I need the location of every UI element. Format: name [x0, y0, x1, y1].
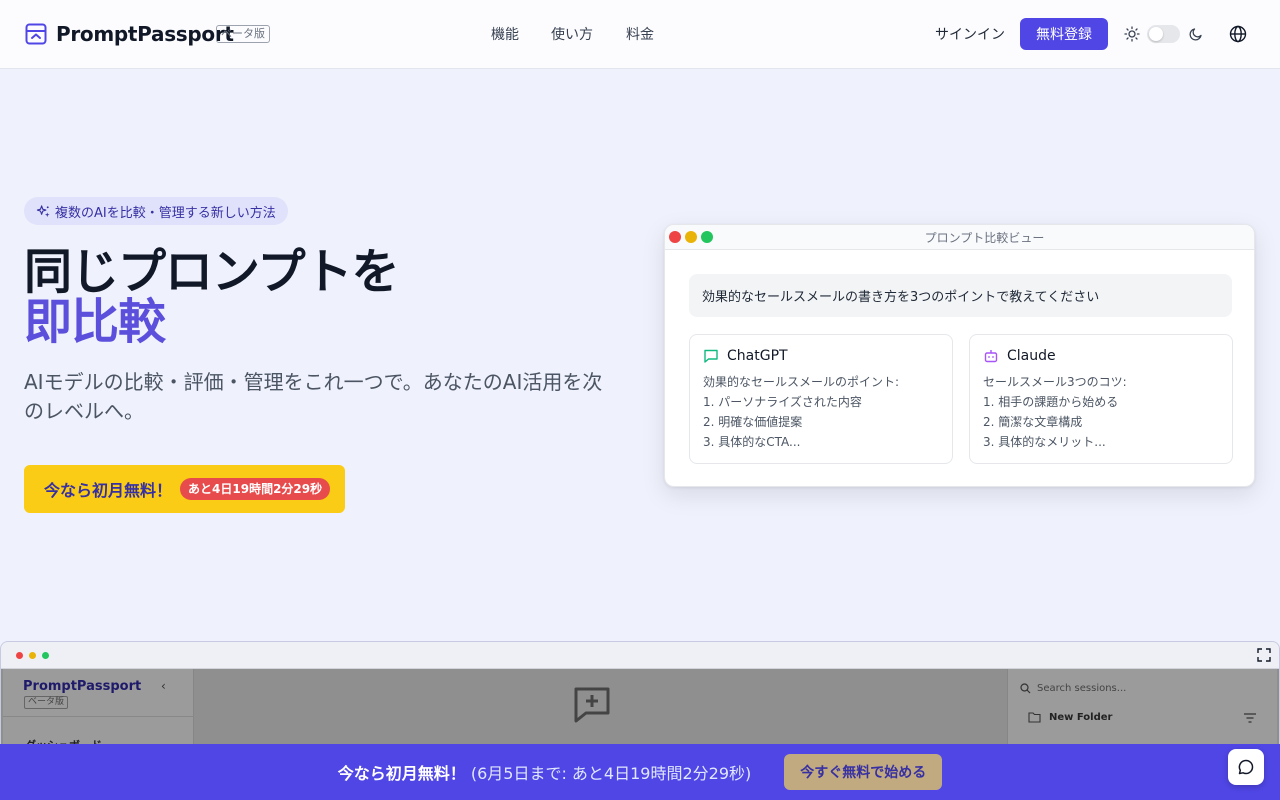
site-header: PromptPassport ベータ版 機能 使い方 料金 サインイン 無料登録 — [0, 0, 1280, 69]
promo-bar: 今なら初月無料！ (6月5日まで: あと4日19時間2分29秒) 今すぐ無料で始… — [0, 744, 1280, 800]
sparkles-icon — [36, 204, 50, 217]
hero-title-line1: 同じプロンプトを — [24, 244, 400, 300]
hero-title-line2: 即比較 — [24, 294, 166, 350]
response-line: 3. 具体的なメリット... — [983, 435, 1106, 449]
fullscreen-icon[interactable] — [1257, 648, 1271, 662]
countdown-badge: あと4日19時間2分29秒 — [180, 478, 331, 500]
response-line: 1. 相手の課題から始める — [983, 395, 1119, 409]
preview-logo: PromptPassport — [23, 679, 142, 694]
nav-pricing[interactable]: 料金 — [626, 24, 654, 44]
promo-headline: 今なら初月無料！ — [337, 764, 466, 783]
theme-toggle[interactable] — [1147, 25, 1180, 43]
preview-folder-label: New Folder — [1049, 712, 1113, 723]
beta-badge: ベータ版 — [216, 25, 270, 43]
preview-search: Search sessions... — [1020, 683, 1126, 694]
chat-support-button[interactable] — [1228, 749, 1264, 785]
response-card-chatgpt: ChatGPT 効果的なセールスメールのポイント: 1. パーソナライズされた内… — [689, 334, 953, 464]
hero-badge-text: 複数のAIを比較・管理する新しい方法 — [55, 205, 276, 221]
card-titlebar: プロンプト比較ビュー — [665, 225, 1254, 250]
preview-minimize-dot — [29, 652, 36, 659]
passport-logo-icon[interactable] — [25, 23, 47, 45]
message-square-icon — [704, 349, 718, 363]
preview-maximize-dot — [42, 652, 49, 659]
collapse-chevron-icon: ‹ — [161, 679, 166, 693]
signup-button[interactable]: 無料登録 — [1020, 18, 1108, 50]
preview-titlebar — [1, 642, 1279, 669]
cta-text: 今なら初月無料！ — [44, 481, 173, 500]
toggle-knob — [1149, 27, 1163, 41]
sun-icon — [1124, 26, 1140, 42]
response-line: 3. 具体的なCTA... — [703, 435, 801, 449]
filter-icon — [1244, 713, 1256, 723]
card-window-title: プロンプト比較ビュー — [924, 231, 1045, 245]
nav-how-to-use[interactable]: 使い方 — [551, 24, 593, 44]
preview-beta-badge: ベータ版 — [24, 696, 69, 709]
preview-search-placeholder: Search sessions... — [1037, 683, 1127, 694]
signin-link[interactable]: サインイン — [935, 24, 1005, 44]
prompt-compare-card: プロンプト比較ビュー 効果的なセールスメールの書き方を3つのポイントで教えてくだ… — [664, 224, 1255, 487]
folder-plus-icon — [1028, 712, 1041, 723]
hero-badge: 複数のAIを比較・管理する新しい方法 — [24, 197, 288, 225]
bot-icon — [984, 350, 998, 363]
new-chat-icon — [574, 687, 610, 723]
chat-bubble-icon — [1238, 759, 1254, 775]
response-card-claude: Claude セールスメール3つのコツ: 1. 相手の課題から始める 2. 簡潔… — [969, 334, 1233, 464]
response-line: 2. 明確な価値提案 — [703, 415, 803, 429]
response-line: 2. 簡潔な文章構成 — [983, 415, 1083, 429]
promo-text: 今なら初月無料！ (6月5日まで: あと4日19時間2分29秒) — [338, 760, 752, 784]
response-line: セールスメール3つのコツ: — [983, 375, 1127, 389]
globe-icon[interactable] — [1229, 25, 1247, 43]
logo-text[interactable]: PromptPassport — [56, 22, 234, 46]
nav-features[interactable]: 機能 — [491, 24, 519, 44]
app-preview-window: PromptPassport ベータ版 ‹ ダッシュボード Search ses… — [0, 641, 1280, 761]
model-name: Claude — [1007, 348, 1056, 364]
model-name: ChatGPT — [727, 348, 788, 364]
hero-subtitle: AIモデルの比較・評価・管理をこれ一つで。あなたのAI活用を次のレベルへ。 — [24, 370, 603, 423]
moon-icon — [1189, 28, 1202, 41]
preview-close-dot — [16, 652, 23, 659]
sidebar-divider — [3, 716, 194, 717]
response-line: 効果的なセールスメールのポイント: — [703, 375, 900, 389]
promo-detail: (6月5日まで: あと4日19時間2分29秒) — [470, 764, 752, 783]
prompt-box: 効果的なセールスメールの書き方を3つのポイントで教えてください — [689, 274, 1232, 317]
start-free-button[interactable]: 今すぐ無料で始める — [784, 754, 943, 790]
search-icon — [1020, 683, 1031, 694]
response-line: 1. パーソナライズされた内容 — [703, 395, 862, 409]
preview-folder: New Folder — [1028, 712, 1112, 723]
free-trial-cta-button[interactable]: 今なら初月無料！ あと4日19時間2分29秒 — [24, 465, 345, 513]
